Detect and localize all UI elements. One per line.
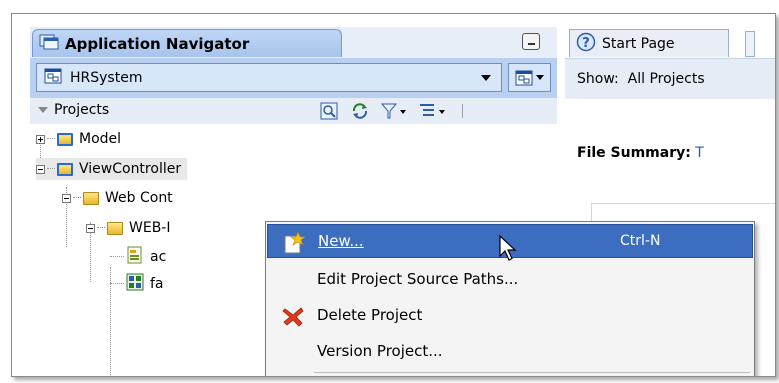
navigator-tab[interactable]: Application Navigator [32,29,342,57]
tree-item-file-fa[interactable]: fa [110,273,164,295]
application-menu-button[interactable] [508,63,551,92]
toolbar-divider [462,104,463,118]
folder-icon [107,221,123,235]
folder-icon [83,191,99,205]
menu-item-edit-source-paths[interactable]: Edit Project Source Paths... [267,262,753,296]
expand-icon[interactable] [36,134,45,144]
tree-item-label: fa [150,276,164,292]
tree-item-label: ViewController [79,161,182,177]
new-star-icon [282,231,306,254]
application-menu-icon [515,70,533,90]
menu-shortcut: Ctrl-N [620,233,661,249]
screenshot-frame: Application Navigator HRSystem Projects … [11,13,776,377]
file-summary: File Summary: T [577,145,704,161]
red-x-icon [281,304,304,327]
mouse-cursor-icon [498,234,518,266]
tree-item-viewcontroller[interactable]: ViewController [36,158,188,180]
navigator-title: Application Navigator [65,34,250,53]
application-name: HRSystem [70,69,143,86]
tree-item-label: ac [150,249,167,265]
file-summary-link[interactable]: T [695,145,704,161]
next-tab[interactable] [745,31,755,57]
svg-text:?: ? [582,36,590,51]
tree-connector [110,283,124,285]
tab-start-page[interactable]: ? Start Page [569,29,729,57]
application-icon [44,68,62,88]
show-value: All Projects [627,71,705,87]
menu-item-label: Delete Project [317,306,423,324]
sort-options-icon[interactable] [418,102,448,120]
menu-item-version-project[interactable]: Version Project... [267,334,753,368]
refresh-icon[interactable] [350,102,370,120]
collapse-icon[interactable] [36,164,45,174]
filter-icon[interactable] [380,102,408,120]
menu-item-label: New... [318,232,364,250]
navigator-header: Application Navigator [30,27,557,58]
collapse-icon[interactable] [86,223,95,233]
application-navigator-icon [39,33,59,55]
collapse-icon[interactable] [62,193,71,203]
tree-item-web-content[interactable]: Web Cont [62,187,173,209]
menu-separator [314,372,750,373]
tree-connector [47,138,55,140]
tree-item-model[interactable]: Model [36,128,121,150]
tree-item-label: Model [79,131,122,147]
tree-item-label: WEB-I [129,220,171,236]
search-icon[interactable] [320,102,338,120]
projects-panel-header: Projects [30,98,557,124]
config-file-icon [126,246,144,268]
help-icon: ? [576,32,596,56]
projects-label: Projects [54,102,110,118]
tree-connector [110,256,124,258]
faces-config-icon [126,273,144,295]
show-prefix: Show: [577,71,619,87]
project-folder-icon [57,132,73,146]
tree-connector [73,197,81,199]
tree-item-file-ac[interactable]: ac [110,246,166,268]
tree-item-web-inf[interactable]: WEB-I [86,217,170,239]
project-folder-icon [57,162,73,176]
show-filter-row: Show: All Projects [565,58,775,99]
tree-connector [97,227,105,229]
tab-label: Start Page [602,35,675,52]
menu-item-label: Edit Project Source Paths... [317,270,519,288]
file-summary-label: File Summary: [577,145,691,161]
collapse-triangle-icon[interactable] [38,107,48,113]
tree-item-label: Web Cont [105,190,173,206]
minimize-button[interactable] [522,33,540,50]
application-selector-row: HRSystem [30,58,557,98]
dropdown-arrow-icon [536,75,544,80]
menu-item-delete-project[interactable]: Delete Project [267,298,753,332]
menu-item-label: Version Project... [317,342,443,360]
application-combo[interactable]: HRSystem [36,63,502,92]
chevron-down-icon [481,75,491,81]
show-filter[interactable]: Show: All Projects [577,71,705,87]
tree-connector [47,168,55,170]
